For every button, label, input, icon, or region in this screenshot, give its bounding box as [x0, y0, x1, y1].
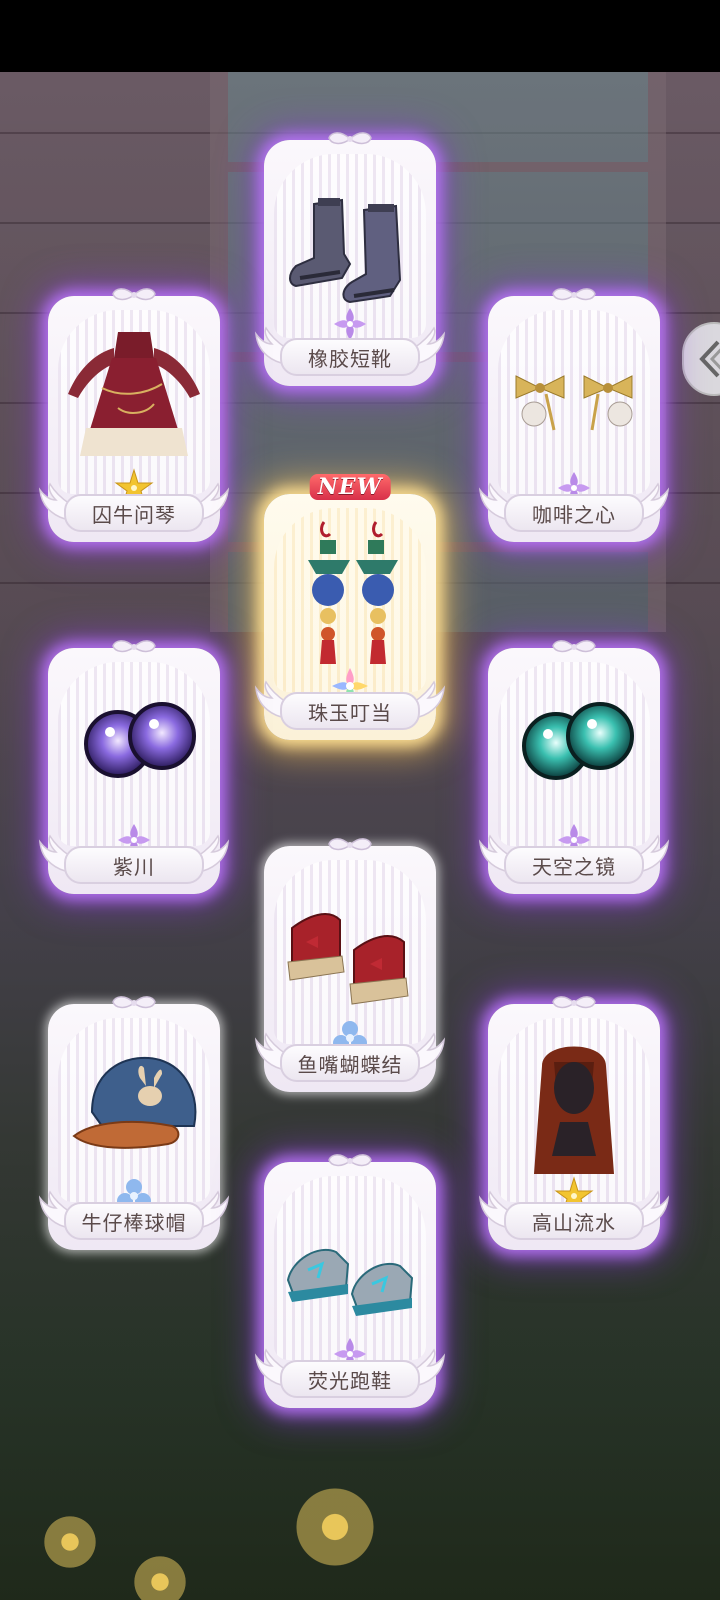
bow-ornament — [551, 996, 597, 1010]
reward-card[interactable]: 天空之镜 — [488, 648, 660, 894]
item-name: 天空之镜 — [504, 846, 644, 884]
bow-ornament — [111, 288, 157, 302]
status-bar — [0, 0, 720, 72]
teal-eyes-icon — [522, 702, 634, 780]
item-name: 鱼嘴蝴蝶结 — [280, 1044, 420, 1082]
item-name: 橡胶短靴 — [280, 338, 420, 376]
reward-card[interactable]: 鱼嘴蝴蝶结 — [264, 846, 436, 1092]
item-name: 荧光跑鞋 — [280, 1360, 420, 1398]
new-badge: NEW — [309, 474, 391, 500]
flower-decoration — [40, 1512, 100, 1572]
reward-card[interactable]: 橡胶短靴 — [264, 140, 436, 386]
bow-ornament — [111, 996, 157, 1010]
item-name: 囚牛问琴 — [64, 494, 204, 532]
item-name: 高山流水 — [504, 1202, 644, 1240]
item-name: 珠玉叮当 — [280, 692, 420, 730]
purple-eyes-icon — [84, 702, 196, 778]
bow-ornament — [327, 1154, 373, 1168]
bow-ornament — [327, 838, 373, 852]
lolita-dress-icon — [68, 332, 200, 456]
reward-card[interactable]: 囚牛问琴 — [48, 296, 220, 542]
bow-ornament — [111, 640, 157, 654]
diamond-arrow-icon[interactable] — [682, 322, 720, 396]
flower-decoration — [290, 1482, 380, 1572]
bow-ornament — [551, 288, 597, 302]
reward-card[interactable]: 荧光跑鞋 — [264, 1162, 436, 1408]
jade-earrings-icon — [308, 521, 398, 664]
reward-card[interactable]: NEW 珠玉叮当 — [264, 474, 436, 740]
flower-decoration — [130, 1552, 190, 1600]
bow-ornament — [327, 132, 373, 146]
item-name: 咖啡之心 — [504, 494, 644, 532]
item-name: 牛仔棒球帽 — [64, 1202, 204, 1240]
bow-ornament — [551, 640, 597, 654]
reward-card[interactable]: 咖啡之心 — [488, 296, 660, 542]
long-hair-wig-icon — [534, 1046, 614, 1174]
reward-card[interactable]: 紫川 — [48, 648, 220, 894]
rubber-boots-icon — [289, 198, 402, 304]
reward-card[interactable]: 牛仔棒球帽 — [48, 1004, 220, 1250]
item-name: 紫川 — [64, 846, 204, 884]
bow-earrings-icon — [515, 375, 633, 431]
denim-cap-icon — [72, 1056, 197, 1149]
glow-sneakers-icon — [286, 1249, 414, 1316]
wedge-sandals-icon — [287, 913, 409, 1005]
reward-card[interactable]: 高山流水 — [488, 1004, 660, 1250]
